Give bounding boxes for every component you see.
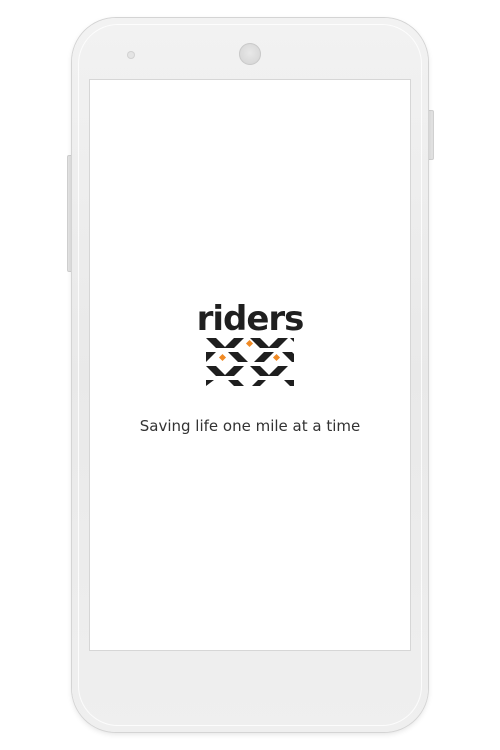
woven-pattern-icon [206,338,294,386]
power-button [428,110,434,160]
splash-screen: riders Saving life one mile at a time [90,80,410,650]
proximity-sensor [127,51,135,59]
device-mockup: riders Saving life one mile at a time [0,0,500,750]
brand-logo: riders [90,302,410,388]
tagline-text: Saving life one mile at a time [139,417,361,435]
earpiece-speaker [239,43,261,65]
brand-wordmark: riders [196,299,305,339]
